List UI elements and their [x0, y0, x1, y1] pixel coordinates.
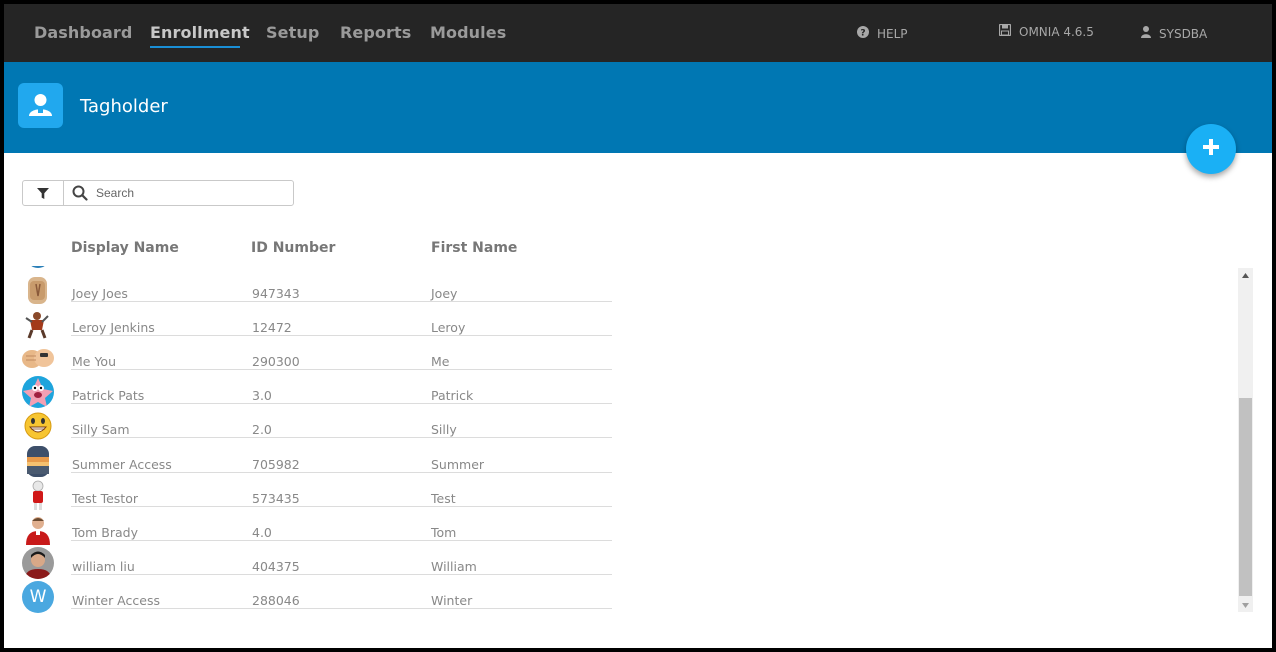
user-icon	[1141, 26, 1151, 41]
avatar	[22, 342, 54, 374]
first-name-cell: Patrick	[431, 388, 474, 403]
column-header-id-number[interactable]: ID Number	[251, 240, 335, 256]
vertical-scrollbar[interactable]	[1238, 268, 1253, 612]
search-icon	[72, 185, 88, 205]
display-name-cell: Leroy Jenkins	[72, 320, 155, 335]
top-navbar: Dashboard Enrollment Setup Reports Modul…	[4, 4, 1272, 62]
display-name-cell: Joey Joes	[72, 286, 128, 301]
avatar	[22, 308, 54, 340]
id-number-cell: 290300	[252, 354, 300, 369]
filter-button[interactable]	[23, 181, 64, 205]
user-label: SYSDBA	[1159, 26, 1208, 41]
first-name-cell: Summer	[431, 457, 485, 472]
avatar	[22, 479, 54, 511]
table-row[interactable]: Leroy Jenkins 12472 Leroy	[4, 304, 704, 340]
avatar	[22, 274, 54, 306]
version-info: OMNIA 4.6.5	[998, 23, 1094, 39]
row-divider	[71, 506, 612, 507]
id-number-cell: 2.0	[252, 422, 272, 437]
row-divider	[71, 369, 612, 370]
nav-modules[interactable]: Modules	[430, 23, 506, 42]
first-name-cell: Silly	[431, 422, 457, 437]
display-name-cell: Patrick Pats	[72, 388, 145, 403]
display-name-cell: Tom Brady	[72, 525, 139, 540]
help-link[interactable]: ? HELP	[857, 26, 908, 41]
active-nav-indicator	[150, 46, 240, 48]
display-name-cell: Winter Access	[72, 593, 160, 608]
table-row[interactable]: Patrick Pats 3.0 Patrick	[4, 372, 704, 408]
first-name-cell: Winter	[431, 593, 473, 608]
avatar-letter: W	[29, 587, 47, 607]
id-number-cell: 12472	[252, 320, 292, 335]
first-name-cell: Tom	[431, 525, 457, 540]
nav-dashboard[interactable]: Dashboard	[34, 23, 132, 42]
search-input[interactable]	[96, 184, 286, 202]
display-name-cell: william liu	[72, 559, 135, 574]
avatar	[22, 547, 54, 579]
table-row[interactable]: Joey Joes 947343 Joey	[4, 270, 704, 306]
table-row[interactable]: Summer Access 705982 Summer	[4, 441, 704, 477]
first-name-cell: Joey	[431, 286, 458, 301]
column-header-display-name[interactable]: Display Name	[71, 240, 179, 256]
row-divider	[71, 437, 612, 438]
search-bar	[22, 180, 294, 206]
row-divider	[71, 574, 612, 575]
user-menu[interactable]: SYSDBA	[1141, 26, 1207, 41]
question-circle-icon: ?	[857, 26, 869, 41]
id-number-cell: 3.0	[252, 388, 272, 403]
display-name-cell: Me You	[72, 354, 116, 369]
first-name-cell: Me	[431, 354, 450, 369]
scroll-up-arrow-icon[interactable]	[1238, 268, 1253, 282]
scrollbar-thumb[interactable]	[1239, 398, 1252, 596]
scroll-down-arrow-icon[interactable]	[1238, 598, 1253, 612]
row-divider	[71, 472, 612, 473]
display-name-cell: Silly Sam	[72, 422, 130, 437]
app-window: Dashboard Enrollment Setup Reports Modul…	[4, 4, 1272, 648]
table-row[interactable]: Test Testor 573435 Test	[4, 475, 704, 511]
table-row[interactable]: W Winter Access 288046 Winter	[4, 577, 704, 613]
help-label: HELP	[877, 26, 908, 41]
display-name-cell: Summer Access	[72, 457, 172, 472]
column-header-first-name[interactable]: First Name	[431, 240, 517, 256]
nav-setup[interactable]: Setup	[266, 23, 319, 42]
id-number-cell: 573435	[252, 491, 300, 506]
svg-text:?: ?	[860, 29, 865, 39]
id-number-cell: 705982	[252, 457, 300, 472]
id-number-cell: 4.0	[252, 525, 272, 540]
table-row[interactable]: william liu 404375 William	[4, 543, 704, 579]
row-divider	[71, 608, 612, 609]
funnel-icon	[37, 184, 49, 203]
avatar	[22, 445, 54, 477]
row-divider	[71, 540, 612, 541]
row-divider	[71, 403, 612, 404]
page-header: Tagholder	[4, 62, 1272, 153]
avatar	[22, 410, 54, 442]
nav-reports[interactable]: Reports	[340, 23, 411, 42]
avatar	[22, 376, 54, 408]
version-label: OMNIA 4.6.5	[1019, 24, 1094, 39]
first-name-cell: William	[431, 559, 477, 574]
table-row[interactable]: Silly Sam 2.0 Silly	[4, 406, 704, 442]
row-divider	[71, 301, 612, 302]
avatar	[22, 513, 54, 545]
tagholder-icon	[18, 83, 63, 128]
table-row[interactable]: Tom Brady 4.0 Tom	[4, 509, 704, 545]
row-divider	[71, 335, 612, 336]
id-number-cell: 947343	[252, 286, 300, 301]
nav-enrollment[interactable]: Enrollment	[150, 23, 250, 42]
first-name-cell: Test	[431, 491, 456, 506]
avatar: W	[22, 581, 54, 613]
plus-icon	[1203, 139, 1219, 159]
tagholder-list: Joey Joes 947343 Joey Leroy Jenkins 1247…	[4, 266, 704, 616]
add-tagholder-button[interactable]	[1186, 124, 1236, 174]
first-name-cell: Leroy	[431, 320, 466, 335]
table-row[interactable]: Me You 290300 Me	[4, 338, 704, 374]
id-number-cell: 404375	[252, 559, 300, 574]
save-icon	[998, 23, 1012, 39]
display-name-cell: Test Testor	[72, 491, 138, 506]
id-number-cell: 288046	[252, 593, 300, 608]
page-title: Tagholder	[80, 96, 168, 117]
avatar	[26, 266, 50, 268]
